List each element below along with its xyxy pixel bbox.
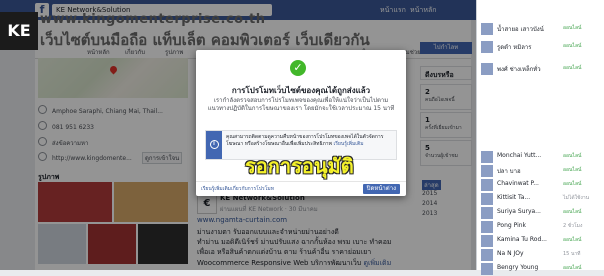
chat-sidebar: น้ำสายอ เสาวบังน์ ออนไลน์ รูดดำ หมิลาร ออน…: [476, 0, 604, 275]
close-dialog-button[interactable]: ปิดหน้าต่าง: [362, 184, 400, 194]
avatar: [481, 151, 493, 163]
learn-more-link[interactable]: เรียนรู้เพิ่มเติมเกี่ยวกับการโปรโมท: [201, 185, 274, 193]
chat-contact[interactable]: รูดดำ หมิลาร ออนไลน์: [477, 40, 604, 54]
dialog-footer: เรียนรู้เพิ่มเติมเกี่ยวกับการโปรโมท ปิดห…: [196, 181, 406, 196]
avatar: [481, 249, 493, 261]
avatar: [481, 263, 493, 275]
chat-contact[interactable]: Na N JOy 15 นาที: [477, 248, 604, 262]
avatar: [481, 207, 493, 219]
avatar: [481, 165, 493, 177]
chat-contact[interactable]: น้ำสายอ เสาวบังน์ ออนไลน์: [477, 22, 604, 36]
chat-contact[interactable]: ปลา บาฮ ออนไลน์: [477, 164, 604, 178]
chat-contact[interactable]: พงศ์ ช่างเหล็กทั่ว ออนไลน์: [477, 62, 604, 76]
chat-contact[interactable]: Chavinwat P... ออนไลน์: [477, 178, 604, 192]
chat-contact[interactable]: Pong Pink 2 ชั่วโมง: [477, 220, 604, 234]
avatar: [481, 179, 493, 191]
chat-contact[interactable]: Suriya Surya... ออนไลน์: [477, 206, 604, 220]
avatar: [481, 23, 493, 35]
chat-contact[interactable]: Kamina Tu Rod... ออนไลน์: [477, 234, 604, 248]
chat-contact[interactable]: Monchai Yutt... ออนไลน์: [477, 150, 604, 164]
info-icon: i: [206, 131, 222, 159]
dialog-title: การโปรโมทเว็บไซต์ของคุณได้ถูกส่งแล้ว: [231, 86, 371, 95]
avatar: [481, 41, 493, 53]
dialog-body: เรากำลังตรวจสอบการโปรโมทเพจของคุณเพื่อให…: [207, 97, 395, 112]
pending-approval-caption: รอการอนุมัติ: [245, 154, 354, 178]
avatar: [481, 63, 493, 75]
ke-watermark-badge: KE: [0, 12, 38, 50]
info-text: คุณสามารถติดตามดูความคืบหน้าของการโปรโมท…: [226, 134, 384, 147]
chat-contact[interactable]: Bengry Young ออนไลน์: [477, 262, 604, 276]
chat-contact[interactable]: Kittisit Ta... ไม่ได้ใช้งาน: [477, 192, 604, 206]
avatar: [481, 235, 493, 247]
success-check-icon: ✓: [290, 60, 306, 76]
avatar: [481, 193, 493, 205]
avatar: [481, 221, 493, 233]
info-learn-more-link[interactable]: เรียนรู้เพิ่มเติม: [334, 141, 364, 147]
